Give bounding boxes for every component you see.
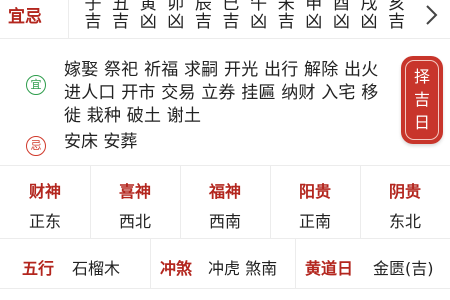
- deity-title: 喜神: [118, 182, 151, 201]
- choose-auspicious-day-button[interactable]: 择吉日: [401, 56, 443, 144]
- hour-luck: 凶: [167, 12, 185, 32]
- deity-title: 阳贵: [298, 182, 331, 201]
- chongsha-cell: 冲煞 冲虎 煞南: [150, 238, 296, 288]
- deity-cell: 阳贵 正南: [270, 166, 361, 238]
- deity-title: 阴贵: [388, 182, 421, 201]
- yi-badge: 宜: [26, 75, 46, 95]
- deity-cell: 福神 西南: [180, 166, 271, 238]
- deity-direction: 正南: [298, 212, 331, 231]
- deity-direction: 东北: [388, 212, 421, 231]
- hour-slot: 未吉: [273, 0, 299, 38]
- button-char: 日: [413, 113, 430, 132]
- hour-luck: 吉: [222, 12, 240, 32]
- deity-directions-row: 财神 正东 喜神 西北 福神 西南 阳贵 正南 阴贵 东北: [0, 165, 450, 239]
- hour-luck: 凶: [360, 12, 378, 32]
- hour-luck: 吉: [84, 12, 102, 32]
- hour-slot: 子吉: [80, 0, 106, 38]
- huangdao-cell: 黄道日 金匮(吉): [295, 238, 450, 288]
- hour-slot: 辰吉: [190, 0, 216, 38]
- hour-slot: 巳吉: [218, 0, 244, 38]
- info-row: 五行 石榴木 冲煞 冲虎 煞南 黄道日 金匮(吉): [0, 238, 450, 289]
- deity-cell: 财神 正东: [0, 166, 91, 238]
- hour-luck: 吉: [112, 12, 130, 32]
- ji-badge: 忌: [26, 136, 46, 156]
- next-section-edge: [0, 289, 450, 300]
- hour-slot: 亥吉: [384, 0, 410, 38]
- chongsha-label: 冲煞: [160, 259, 193, 278]
- almanac-panel: 宜忌 子吉丑吉寅凶卯凶辰吉巳吉午凶未吉申凶酉凶戌凶亥吉 宜 嫁娶 祭祀 祈福 求…: [0, 0, 450, 300]
- chevron-right-icon[interactable]: [420, 4, 442, 26]
- hour-luck: 凶: [139, 12, 157, 32]
- wuxing-cell: 五行 石榴木: [0, 238, 151, 288]
- hour-slot: 申凶: [301, 0, 327, 38]
- hour-slot: 戌凶: [356, 0, 382, 38]
- yiji-title: 宜忌: [8, 7, 42, 27]
- deity-title: 福神: [208, 182, 241, 201]
- hour-slot: 寅凶: [135, 0, 161, 38]
- deity-direction: 西北: [118, 212, 151, 231]
- hour-luck: 吉: [277, 12, 295, 32]
- chongsha-value: 冲虎 煞南: [208, 259, 278, 278]
- yiji-title-cell: 宜忌: [0, 0, 69, 38]
- yiji-section: 宜 嫁娶 祭祀 祈福 求嗣 开光 出行 解除 出火 进人口 开市 交易 立券 挂…: [0, 39, 450, 163]
- deity-cell: 喜神 西北: [90, 166, 181, 238]
- button-char: 择: [413, 67, 430, 86]
- button-char: 吉: [413, 90, 430, 109]
- hour-luck: 凶: [305, 12, 323, 32]
- huangdao-label: 黄道日: [305, 259, 354, 278]
- deity-cell: 阴贵 东北: [360, 166, 450, 238]
- hour-luck: 吉: [194, 12, 212, 32]
- hour-slot: 酉凶: [328, 0, 354, 38]
- deity-direction: 正东: [28, 212, 61, 231]
- hour-slot: 午凶: [246, 0, 272, 38]
- hour-slot: 丑吉: [108, 0, 134, 38]
- huangdao-value: 金匮(吉): [373, 259, 434, 278]
- hour-luck: 吉: [388, 12, 406, 32]
- ji-text: 安床 安葬: [64, 132, 138, 152]
- hour-list: 子吉丑吉寅凶卯凶辰吉巳吉午凶未吉申凶酉凶戌凶亥吉: [80, 0, 415, 38]
- deity-direction: 西南: [208, 212, 241, 231]
- hour-luck-row: 宜忌 子吉丑吉寅凶卯凶辰吉巳吉午凶未吉申凶酉凶戌凶亥吉: [0, 0, 450, 39]
- deity-title: 财神: [28, 182, 61, 201]
- wuxing-label: 五行: [22, 259, 55, 278]
- hour-slot: 卯凶: [163, 0, 189, 38]
- hour-luck: 凶: [332, 12, 350, 32]
- choose-auspicious-day-label: 择吉日: [401, 65, 443, 134]
- hour-luck: 凶: [250, 12, 268, 32]
- wuxing-value: 石榴木: [72, 259, 121, 278]
- yi-text: 嫁娶 祭祀 祈福 求嗣 开光 出行 解除 出火 进人口 开市 交易 立券 挂匾 …: [64, 60, 379, 126]
